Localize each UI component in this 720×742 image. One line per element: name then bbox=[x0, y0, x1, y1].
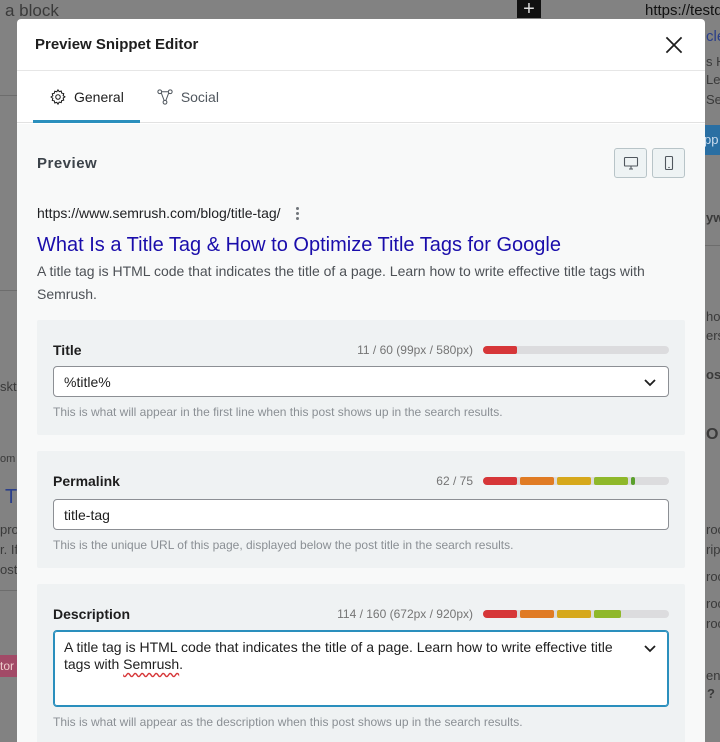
description-card: Description 114 / 160 (672px / 920px) A … bbox=[37, 584, 685, 742]
chevron-down-icon[interactable] bbox=[642, 374, 658, 390]
bg-divider bbox=[705, 245, 720, 246]
permalink-input[interactable]: title-tag bbox=[53, 499, 669, 530]
modal-body: Preview https://www.semrush.com/blog/tit… bbox=[17, 124, 705, 742]
gear-icon bbox=[50, 88, 66, 105]
preview-label: Preview bbox=[37, 154, 98, 172]
bg-fragment: roc bbox=[706, 522, 720, 537]
close-icon bbox=[665, 36, 683, 53]
meter-segment bbox=[483, 610, 517, 618]
tab-social-label: Social bbox=[180, 88, 219, 105]
desktop-preview-button[interactable] bbox=[614, 148, 647, 178]
meter-segment bbox=[483, 346, 517, 354]
meter-segment bbox=[557, 610, 591, 618]
bg-fragment: tor bbox=[0, 659, 15, 673]
bg-fragment: ers bbox=[706, 328, 720, 343]
bg-fragment: os bbox=[706, 367, 720, 382]
more-vertical-icon bbox=[293, 206, 303, 220]
share-icon bbox=[157, 88, 173, 105]
permalink-card-header: Permalink 62 / 75 bbox=[53, 471, 669, 491]
preview-header: Preview bbox=[37, 124, 685, 202]
title-count: 11 / 60 (99px / 580px) bbox=[357, 343, 473, 357]
serp-preview: https://www.semrush.com/blog/title-tag/ … bbox=[37, 202, 685, 306]
bg-fragment: hor bbox=[706, 309, 720, 324]
permalink-input-value: title-tag bbox=[64, 506, 110, 523]
title-input-value: %title% bbox=[64, 373, 111, 390]
snippet-editor-modal: Preview Snippet Editor General Social Pr… bbox=[17, 19, 705, 742]
title-input[interactable]: %title% bbox=[53, 366, 669, 397]
mobile-preview-button[interactable] bbox=[652, 148, 685, 178]
bg-fragment: s H bbox=[706, 54, 720, 69]
meter-segment bbox=[520, 610, 554, 618]
bg-fragment: roc bbox=[706, 596, 720, 611]
bg-add-block-icon: + bbox=[517, 0, 541, 19]
title-help: This is what will appear in the first li… bbox=[53, 405, 503, 419]
close-button[interactable] bbox=[661, 32, 687, 58]
bg-fragment: ript bbox=[706, 542, 720, 557]
bg-fragment: Se bbox=[706, 92, 720, 107]
serp-title: What Is a Title Tag & How to Optimize Ti… bbox=[37, 234, 561, 256]
meter-segment bbox=[520, 477, 554, 485]
description-card-header: Description 114 / 160 (672px / 920px) bbox=[53, 604, 669, 624]
bg-fragment: roc bbox=[706, 569, 720, 584]
description-textarea[interactable]: A title tag is HTML code that indicates … bbox=[53, 630, 669, 707]
bg-fragment: yw bbox=[706, 210, 720, 225]
meter-segment bbox=[594, 610, 621, 618]
meter-segment bbox=[557, 477, 591, 485]
description-length-meter bbox=[483, 610, 669, 618]
title-label: Title bbox=[53, 342, 82, 358]
bg-divider bbox=[0, 95, 17, 96]
description-text-end: . bbox=[179, 656, 184, 672]
bg-fragment: skt bbox=[0, 379, 17, 394]
bg-fragment: pro bbox=[0, 522, 19, 537]
permalink-count: 62 / 75 bbox=[436, 474, 473, 488]
misspelled-word: Semrush bbox=[123, 656, 180, 672]
bg-fragment: ost bbox=[0, 562, 18, 577]
title-card-header: Title 11 / 60 (99px / 580px) bbox=[53, 340, 669, 360]
bg-fragment: roc bbox=[706, 616, 720, 631]
desktop-icon bbox=[623, 156, 638, 170]
bg-fragment: om bbox=[0, 453, 16, 465]
serp-description: A title tag is HTML code that indicates … bbox=[37, 263, 645, 302]
bg-url-text: https://testd bbox=[645, 2, 720, 19]
bg-blue-button: pp bbox=[704, 125, 720, 155]
bg-fragment: ent bbox=[706, 668, 720, 683]
tab-general[interactable]: General bbox=[33, 71, 140, 123]
bg-help-icon: ? bbox=[707, 686, 715, 701]
bg-fragment: cle bbox=[706, 28, 720, 45]
permalink-label: Permalink bbox=[53, 473, 120, 489]
tab-social[interactable]: Social bbox=[140, 71, 235, 122]
title-card: Title 11 / 60 (99px / 580px) %title% Thi… bbox=[37, 320, 685, 435]
modal-title: Preview Snippet Editor bbox=[35, 36, 199, 53]
title-length-meter bbox=[483, 346, 669, 354]
serp-url: https://www.semrush.com/blog/title-tag/ bbox=[37, 202, 685, 224]
bg-pink-button: tor bbox=[0, 655, 17, 677]
description-input-value: A title tag is HTML code that indicates … bbox=[64, 639, 642, 706]
bg-divider bbox=[0, 590, 17, 591]
bg-divider bbox=[0, 290, 17, 291]
chevron-down-icon[interactable] bbox=[642, 640, 658, 656]
bg-fragment: r. If bbox=[0, 542, 19, 557]
description-label: Description bbox=[53, 606, 131, 622]
bg-fragment: pp bbox=[704, 132, 719, 147]
serp-url-text: https://www.semrush.com/blog/title-tag/ bbox=[37, 205, 281, 221]
meter-segment bbox=[631, 477, 635, 485]
tab-bar: General Social bbox=[17, 71, 705, 123]
permalink-length-meter bbox=[483, 477, 669, 485]
bg-block-text: a block bbox=[5, 1, 59, 20]
description-help: This is what will appear as the descript… bbox=[53, 715, 523, 729]
description-count: 114 / 160 (672px / 920px) bbox=[337, 607, 473, 621]
meter-segment bbox=[483, 477, 517, 485]
meter-segment bbox=[594, 477, 628, 485]
permalink-card: Permalink 62 / 75 title-tag This is the … bbox=[37, 451, 685, 568]
tab-general-label: General bbox=[74, 88, 124, 105]
permalink-help: This is the unique URL of this page, dis… bbox=[53, 538, 514, 552]
bg-fragment: O bbox=[706, 426, 719, 443]
bg-fragment: Le bbox=[706, 72, 720, 87]
modal-header: Preview Snippet Editor bbox=[17, 19, 705, 71]
bg-fragment: T bbox=[5, 486, 18, 508]
mobile-icon bbox=[664, 155, 673, 171]
